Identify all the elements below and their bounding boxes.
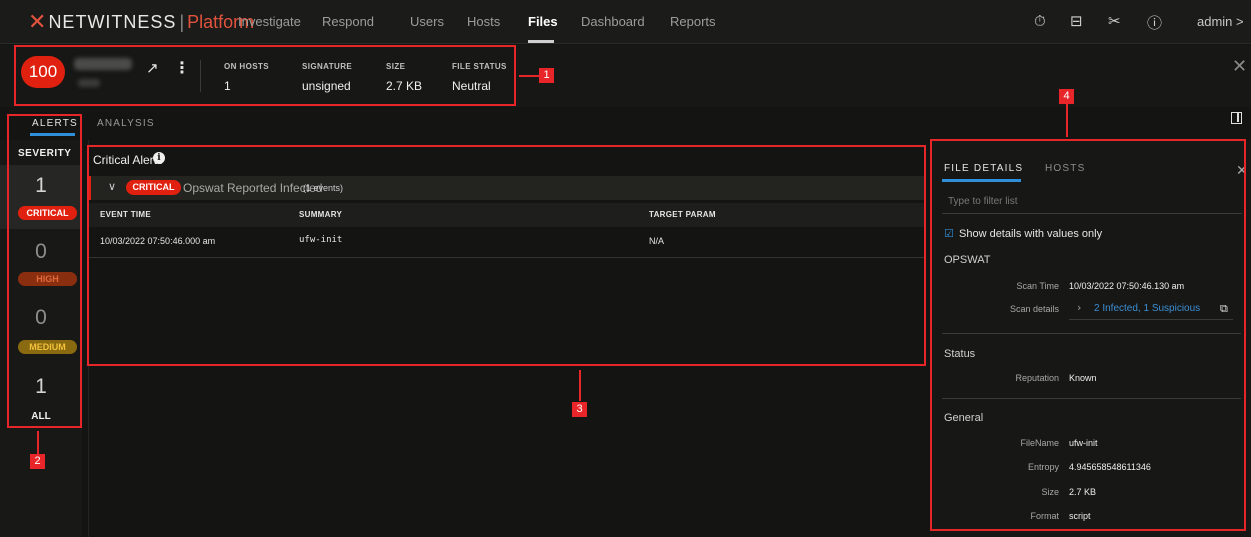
nav-users[interactable]: Users [410, 14, 444, 29]
nav-hosts[interactable]: Hosts [467, 14, 500, 29]
nav-dashboard[interactable]: Dashboard [581, 14, 645, 29]
tools-icon[interactable]: ✂ [1108, 12, 1121, 30]
nav-respond[interactable]: Respond [322, 14, 374, 29]
annotation-tag-3: 3 [572, 402, 587, 417]
help-icon[interactable]: ⓘ [1147, 12, 1162, 33]
top-nav: ✕ NETWITNESS | Platform Investigate Resp… [0, 0, 1251, 44]
annotation-tag-1: 1 [539, 68, 554, 83]
nav-files[interactable]: Files [528, 14, 558, 29]
nav-reports[interactable]: Reports [670, 14, 716, 29]
user-menu[interactable]: admin > [1197, 14, 1244, 29]
annotation-tag-4: 4 [1059, 89, 1074, 104]
close-icon[interactable]: ✕ [1232, 56, 1247, 77]
logo-text: NETWITNESS [48, 11, 177, 32]
annotation-arrow-2 [37, 431, 39, 454]
annotation-box-2 [7, 114, 82, 428]
nav-investigate[interactable]: Investigate [238, 14, 301, 29]
app-root: ✕ NETWITNESS | Platform Investigate Resp… [0, 0, 1251, 537]
annotation-arrow-1 [519, 75, 539, 77]
logo[interactable]: ✕ NETWITNESS | Platform [28, 9, 254, 35]
annotation-tag-2: 2 [30, 454, 45, 469]
netwitness-logo-icon: ✕ [28, 9, 47, 35]
tab-analysis[interactable]: ANALYSIS [97, 118, 155, 129]
nav-active-indicator [528, 40, 554, 43]
settings-panel-icon[interactable]: ⊟ [1070, 12, 1083, 30]
toggle-panel-icon[interactable] [1231, 112, 1242, 124]
annotation-arrow-4 [1066, 104, 1068, 137]
annotation-box-4 [930, 139, 1246, 531]
annotation-arrow-3 [579, 370, 581, 401]
annotation-box-1 [14, 45, 516, 106]
logo-separator: | [179, 11, 185, 32]
stopwatch-icon[interactable]: ⏱ [1034, 12, 1046, 30]
annotation-box-3 [87, 145, 926, 366]
